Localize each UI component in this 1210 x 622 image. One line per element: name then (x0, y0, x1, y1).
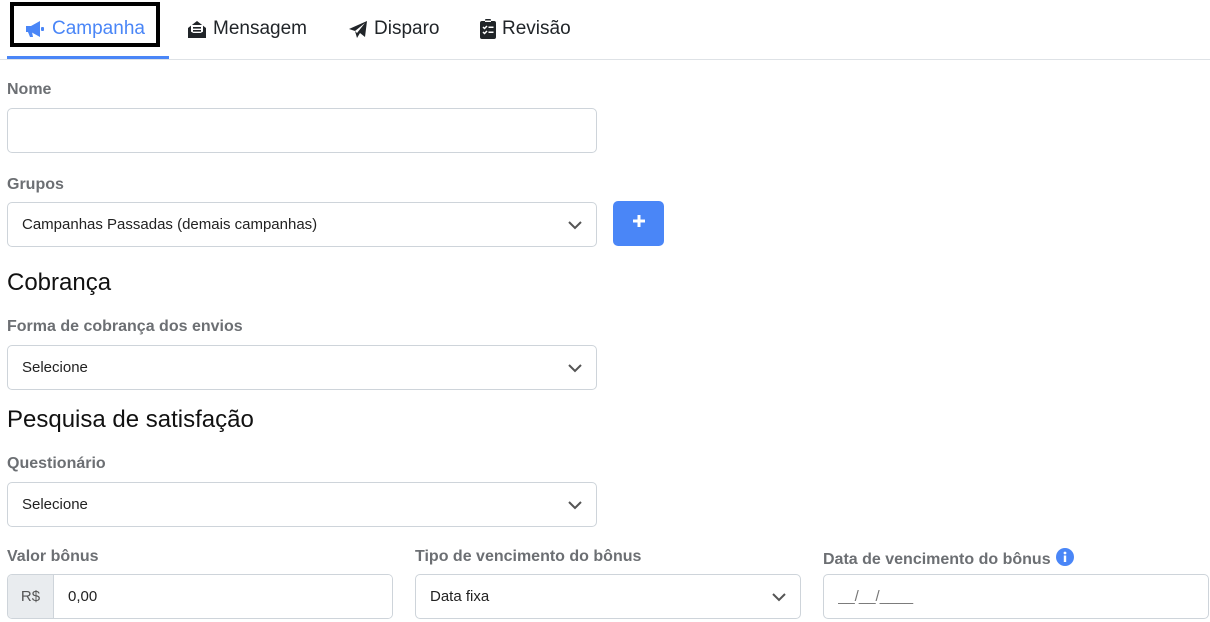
grupos-label: Grupos (7, 176, 64, 193)
megaphone-icon (24, 20, 46, 38)
tipo-vencimento-selected-value: Data fixa (430, 588, 490, 605)
add-group-button[interactable] (613, 201, 664, 246)
pesquisa-section-title: Pesquisa de satisfação (7, 406, 254, 433)
questionario-selected-value: Selecione (22, 496, 88, 513)
forma-cobranca-label: Forma de cobrança dos envios (7, 318, 243, 335)
data-vencimento-label: Data de vencimento do bônus (823, 548, 1074, 569)
chevron-down-icon (772, 590, 786, 608)
chevron-down-icon (568, 498, 582, 516)
forma-cobranca-selected-value: Selecione (22, 359, 88, 376)
grupos-selected-value: Campanhas Passadas (demais campanhas) (22, 216, 318, 233)
valor-bonus-input[interactable] (54, 575, 392, 618)
grupos-select[interactable]: Campanhas Passadas (demais campanhas) (7, 202, 597, 247)
tipo-vencimento-label: Tipo de vencimento do bônus (415, 548, 642, 565)
data-vencimento-input[interactable] (823, 574, 1209, 619)
cobranca-section-title: Cobrança (7, 269, 112, 296)
nome-label: Nome (7, 81, 52, 98)
tab-campanha[interactable]: Campanha (24, 0, 145, 58)
chevron-down-icon (568, 218, 582, 236)
tab-label: Mensagem (213, 18, 307, 39)
data-vencimento-label-text: Data de vencimento do bônus (823, 551, 1051, 568)
active-tab-indicator (7, 56, 169, 59)
clipboard-check-icon (480, 19, 496, 39)
tab-label: Campanha (52, 18, 145, 39)
tab-revisao[interactable]: Revisão (480, 0, 571, 58)
info-icon[interactable] (1055, 548, 1074, 566)
currency-prefix: R$ (8, 575, 54, 618)
questionario-label: Questionário (7, 455, 106, 472)
tab-mensagem[interactable]: Mensagem (187, 0, 307, 58)
questionario-select[interactable]: Selecione (7, 482, 597, 527)
plus-icon (632, 214, 646, 233)
tipo-vencimento-select[interactable]: Data fixa (415, 574, 801, 619)
forma-cobranca-select[interactable]: Selecione (7, 345, 597, 390)
envelope-open-icon (187, 20, 207, 39)
valor-bonus-input-group: R$ (7, 574, 393, 619)
chevron-down-icon (568, 361, 582, 379)
tab-bar: Campanha Mensagem Disparo Revisão (0, 0, 1210, 60)
tab-disparo[interactable]: Disparo (348, 0, 439, 58)
nome-input[interactable] (7, 108, 597, 153)
valor-bonus-label: Valor bônus (7, 548, 99, 565)
tab-label: Revisão (502, 18, 571, 39)
paper-plane-icon (348, 20, 368, 39)
tab-label: Disparo (374, 18, 440, 39)
